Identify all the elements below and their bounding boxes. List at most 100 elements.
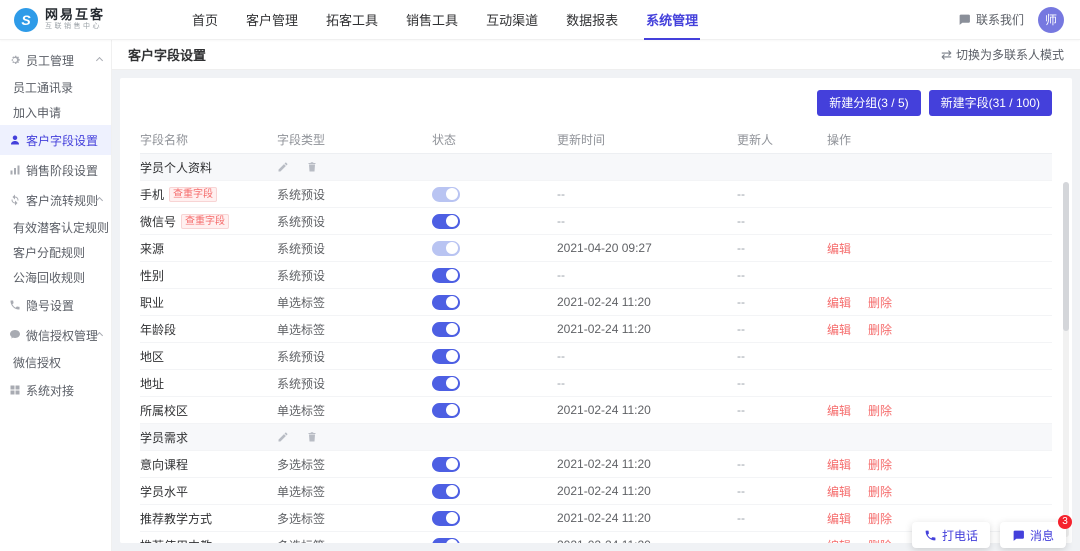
field-name-cell: 微信号查重字段: [140, 213, 277, 230]
field-type: 系统预设: [277, 186, 432, 203]
field-row: 意向课程多选标签2021-02-24 11:20--编辑删除: [140, 451, 1052, 478]
field-name: 性别: [140, 267, 164, 284]
delete-link[interactable]: 删除: [868, 456, 892, 473]
nav-item-data-reports[interactable]: 数据报表: [552, 0, 632, 40]
contact-us-button[interactable]: 联系我们: [958, 11, 1024, 28]
sidebar-item-wechat-auth-management[interactable]: 微信授权管理: [0, 320, 111, 350]
content-area: 新建分组(3 / 5) 新建字段(31 / 100) 字段名称字段类型状态更新时…: [112, 70, 1080, 551]
status-toggle[interactable]: [432, 457, 460, 472]
field-name: 职业: [140, 294, 164, 311]
status-toggle[interactable]: [432, 268, 460, 283]
field-row: 性别系统预设----: [140, 262, 1052, 289]
delete-group-icon[interactable]: [306, 431, 318, 443]
delete-link[interactable]: 删除: [868, 537, 892, 544]
nav-item-system-management[interactable]: 系统管理: [632, 0, 712, 40]
nav-item-sales-tools[interactable]: 销售工具: [392, 0, 472, 40]
floating-buttons: 打电话 消息 3: [912, 522, 1066, 548]
status-toggle[interactable]: [432, 538, 460, 544]
field-status-cell: [432, 268, 557, 283]
updated-time: --: [557, 376, 737, 390]
edit-link[interactable]: 编辑: [827, 402, 851, 419]
status-toggle[interactable]: [432, 214, 460, 229]
brand-subtitle: 互联销售中心: [45, 23, 105, 31]
edit-link[interactable]: 编辑: [827, 321, 851, 338]
contact-us-label: 联系我们: [976, 11, 1024, 28]
wechat-icon: [9, 329, 21, 341]
field-name-cell: 地址: [140, 375, 277, 392]
phone-icon: [9, 299, 21, 311]
message-button[interactable]: 消息 3: [1000, 522, 1066, 548]
delete-link[interactable]: 删除: [868, 294, 892, 311]
updater: --: [737, 457, 827, 471]
status-toggle[interactable]: [432, 511, 460, 526]
sidebar-item-label: 加入申请: [13, 104, 61, 121]
edit-link[interactable]: 编辑: [827, 240, 851, 257]
sidebar-item-public-pool-recycle-rules[interactable]: 公海回收规则: [0, 265, 111, 290]
field-status-cell: [432, 187, 557, 202]
sidebar-item-customer-flow-rules[interactable]: 客户流转规则: [0, 185, 111, 215]
field-row: 来源系统预设2021-04-20 09:27--编辑: [140, 235, 1052, 262]
status-toggle[interactable]: [432, 349, 460, 364]
field-type: 多选标签: [277, 537, 432, 544]
nav-item-home[interactable]: 首页: [178, 0, 232, 40]
delete-link[interactable]: 删除: [868, 483, 892, 500]
column-header: 状态: [432, 131, 557, 148]
sidebar-item-label: 客户分配规则: [13, 244, 85, 261]
table-scrollbar[interactable]: [1063, 182, 1069, 537]
field-type: 单选标签: [277, 402, 432, 419]
edit-group-icon[interactable]: [277, 161, 289, 173]
column-header: 更新人: [737, 131, 827, 148]
sidebar-item-valid-lead-rules[interactable]: 有效潜客认定规则: [0, 215, 111, 240]
nav-item-customer-management[interactable]: 客户管理: [232, 0, 312, 40]
sidebar-item-sales-stage-settings[interactable]: 销售阶段设置: [0, 155, 111, 185]
field-type: 系统预设: [277, 348, 432, 365]
sidebar-item-staff-directory[interactable]: 员工通讯录: [0, 75, 111, 100]
field-name: 地区: [140, 348, 164, 365]
main-area: 客户字段设置 ⇄ 切换为多联系人模式 新建分组(3 / 5) 新建字段(31 /…: [112, 40, 1080, 551]
updater: --: [737, 322, 827, 336]
delete-link[interactable]: 删除: [868, 321, 892, 338]
status-toggle[interactable]: [432, 403, 460, 418]
mode-switch-button[interactable]: ⇄ 切换为多联系人模式: [941, 46, 1064, 63]
nav-item-interaction-channels[interactable]: 互动渠道: [472, 0, 552, 40]
field-name: 推荐教学方式: [140, 510, 212, 527]
scrollbar-thumb[interactable]: [1063, 182, 1069, 331]
call-button[interactable]: 打电话: [912, 522, 990, 548]
message-button-label: 消息: [1030, 527, 1054, 544]
status-toggle[interactable]: [432, 241, 460, 256]
sidebar-item-join-requests[interactable]: 加入申请: [0, 100, 111, 125]
edit-link[interactable]: 编辑: [827, 483, 851, 500]
sidebar-item-customer-assignment-rules[interactable]: 客户分配规则: [0, 240, 111, 265]
avatar[interactable]: 师: [1038, 7, 1064, 33]
delete-link[interactable]: 删除: [868, 510, 892, 527]
sidebar-item-staff-management[interactable]: 员工管理: [0, 45, 111, 75]
status-toggle[interactable]: [432, 484, 460, 499]
field-status-cell: [432, 538, 557, 544]
status-toggle[interactable]: [432, 376, 460, 391]
edit-link[interactable]: 编辑: [827, 510, 851, 527]
nav-item-prospecting-tools[interactable]: 拓客工具: [312, 0, 392, 40]
field-name-cell: 性别: [140, 267, 277, 284]
sidebar-item-wechat-auth[interactable]: 微信授权: [0, 350, 111, 375]
chevron-up-icon: [96, 331, 103, 338]
sidebar-item-system-integration[interactable]: 系统对接: [0, 375, 111, 405]
updater: --: [737, 241, 827, 255]
updater: --: [737, 511, 827, 525]
delete-group-icon[interactable]: [306, 161, 318, 173]
edit-link[interactable]: 编辑: [827, 294, 851, 311]
new-group-button[interactable]: 新建分组(3 / 5): [817, 90, 920, 116]
edit-link[interactable]: 编辑: [827, 456, 851, 473]
status-toggle[interactable]: [432, 187, 460, 202]
sidebar-item-customer-field-settings[interactable]: 客户字段设置: [0, 125, 111, 155]
edit-group-icon[interactable]: [277, 431, 289, 443]
new-field-button[interactable]: 新建字段(31 / 100): [929, 90, 1052, 116]
edit-link[interactable]: 编辑: [827, 537, 851, 544]
column-header: 字段名称: [140, 131, 277, 148]
status-toggle[interactable]: [432, 295, 460, 310]
swap-icon: ⇄: [941, 47, 952, 63]
delete-link[interactable]: 删除: [868, 402, 892, 419]
sidebar-item-label: 员工通讯录: [13, 79, 73, 96]
status-toggle[interactable]: [432, 322, 460, 337]
user-icon: [9, 134, 21, 146]
sidebar-item-number-masking-settings[interactable]: 隐号设置: [0, 290, 111, 320]
